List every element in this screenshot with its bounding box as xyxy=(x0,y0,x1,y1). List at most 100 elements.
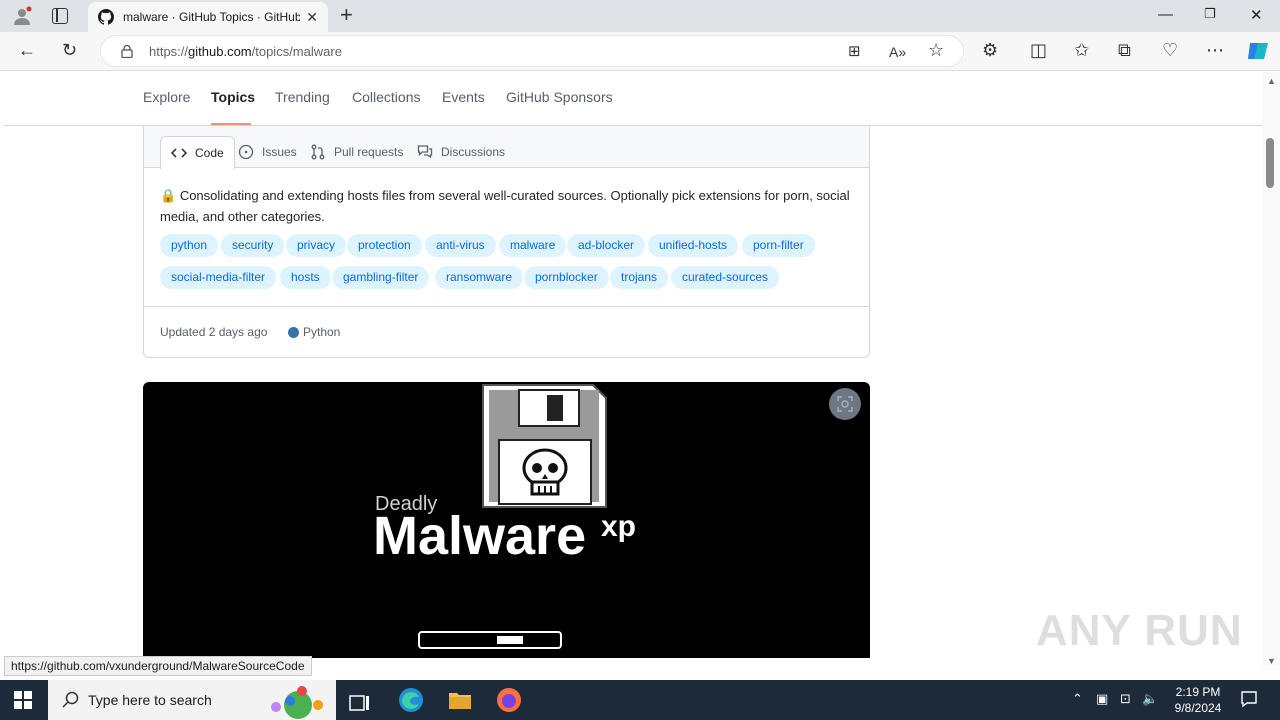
profile-icon[interactable] xyxy=(12,6,32,26)
app-available-icon[interactable]: ⊞ xyxy=(848,42,861,62)
network-icon[interactable]: ⊡ xyxy=(1120,691,1131,707)
tab-actions-icon[interactable] xyxy=(52,8,68,24)
scroll-down-icon[interactable]: ▼ xyxy=(1267,656,1276,666)
url-host: github.com xyxy=(188,43,252,59)
loading-bar xyxy=(418,631,562,649)
topic-curated-sources[interactable]: curated-sources xyxy=(671,266,780,289)
repo-description-text: Consolidating and extending hosts files … xyxy=(160,188,850,224)
nav-collections[interactable]: Collections xyxy=(352,89,420,105)
browser-tabstrip: malware · GitHub Topics · GitHub ✕ + — ❐… xyxy=(0,0,1280,32)
extensions-icon[interactable]: ⚙ xyxy=(982,40,998,60)
firefox-icon[interactable] xyxy=(495,686,523,714)
url-path: /topics/malware xyxy=(251,43,342,59)
tab-pull-requests[interactable]: Pull requests xyxy=(310,136,403,168)
task-view-icon[interactable] xyxy=(346,690,374,718)
topic-trojans[interactable]: trojans xyxy=(610,266,669,289)
page-scrollbar[interactable]: ▲ ▼ xyxy=(1262,72,1280,670)
tab-issues[interactable]: Issues xyxy=(238,136,297,168)
more-menu-icon[interactable]: ⋯ xyxy=(1206,40,1224,60)
nav-explore[interactable]: Explore xyxy=(143,89,190,105)
scroll-up-icon[interactable]: ▲ xyxy=(1267,76,1276,86)
browser-essentials-icon[interactable]: ♡ xyxy=(1162,40,1178,60)
github-topics-nav: Explore Topics Trending Collections Even… xyxy=(4,72,1262,126)
back-icon[interactable]: ← xyxy=(18,40,36,60)
nav-trending[interactable]: Trending xyxy=(275,89,330,105)
search-highlight-icon xyxy=(271,686,323,719)
scrollbar-thumb[interactable] xyxy=(1266,138,1274,188)
taskbar-search-box[interactable]: Type here to search xyxy=(48,680,336,720)
refresh-icon[interactable]: ↻ xyxy=(62,40,77,60)
close-tab-icon[interactable]: ✕ xyxy=(306,9,318,26)
browser-tab[interactable]: malware · GitHub Topics · GitHub ✕ xyxy=(88,2,328,32)
repo-description: 🔒 Consolidating and extending hosts file… xyxy=(160,185,860,227)
restore-icon[interactable]: ❐ xyxy=(1204,6,1216,22)
copilot-icon[interactable] xyxy=(1246,40,1270,62)
xp-text: xp xyxy=(601,510,636,543)
malware-xp-logo: Deadly Malware xp xyxy=(373,384,636,649)
topic-python[interactable]: python xyxy=(160,234,219,257)
topic-malware[interactable]: malware xyxy=(499,234,567,257)
collections-icon[interactable]: ⧉ xyxy=(1118,40,1131,60)
github-icon xyxy=(98,9,114,25)
status-bar-link: https://github.com/vxunderground/Malware… xyxy=(4,656,312,676)
malware-text: Malware xyxy=(373,506,586,566)
language-name: Python xyxy=(303,325,341,339)
tab-title: malware · GitHub Topics · GitHub xyxy=(123,10,301,24)
repo-card-footer: Updated 2 days ago Python xyxy=(144,306,869,357)
topic-hosts[interactable]: hosts xyxy=(280,266,331,289)
tray-overflow-icon[interactable]: ⌃ xyxy=(1072,691,1083,707)
close-window-icon[interactable]: ✕ xyxy=(1250,6,1263,24)
tab-discussions[interactable]: Discussions xyxy=(417,136,505,168)
topic-porn-filter[interactable]: porn-filter xyxy=(742,234,815,257)
new-tab-icon[interactable]: + xyxy=(340,4,353,26)
language-color-dot xyxy=(288,326,299,338)
tab-pull-requests-label: Pull requests xyxy=(334,145,404,159)
zoom-image-button[interactable] xyxy=(829,388,861,420)
file-explorer-icon[interactable] xyxy=(446,686,474,714)
topic-gambling-filter[interactable]: gambling-filter xyxy=(332,266,430,289)
topic-unified-hosts[interactable]: unified-hosts xyxy=(648,234,739,257)
language-label: Python xyxy=(288,325,340,339)
tab-issues-label: Issues xyxy=(262,145,297,159)
clock-time: 2:19 PM xyxy=(1175,685,1221,699)
topic-ransomware[interactable]: ransomware xyxy=(435,266,524,289)
favorites-icon[interactable]: ✩ xyxy=(1074,40,1089,60)
repo-card-tabs: Code Issues Pull requests Discussions xyxy=(144,126,869,169)
pull-request-icon xyxy=(311,144,325,160)
topic-security[interactable]: security xyxy=(221,234,285,257)
nav-events[interactable]: Events xyxy=(442,89,485,105)
notification-icon[interactable] xyxy=(1240,690,1258,708)
issue-icon xyxy=(238,144,254,160)
taskbar-clock[interactable]: 2:19 PM 9/8/2024 xyxy=(1170,684,1226,716)
url-prefix: https:// xyxy=(149,43,189,59)
clock-date: 9/8/2024 xyxy=(1174,701,1222,715)
topic-social-media-filter[interactable]: social-media-filter xyxy=(160,266,277,289)
tab-code-label: Code xyxy=(195,146,224,160)
topic-privacy[interactable]: privacy xyxy=(286,234,347,257)
nav-topics[interactable]: Topics xyxy=(211,89,255,105)
topic-pornblocker[interactable]: pornblocker xyxy=(524,266,609,289)
topic-anti-virus[interactable]: anti-virus xyxy=(425,234,496,257)
tab-discussions-label: Discussions xyxy=(441,145,506,159)
browser-toolbar: ← ↻ https://github.com/topics/malware ⊞ … xyxy=(0,32,1280,71)
favorite-star-icon[interactable]: ☆ xyxy=(928,40,944,60)
anyrun-watermark: ANY RUN xyxy=(1036,606,1243,655)
network-drive-icon[interactable]: ▣ xyxy=(1096,691,1108,707)
repo-card: Code Issues Pull requests Discussions 🔒 … xyxy=(143,126,870,358)
lock-emoji-icon: 🔒 xyxy=(160,188,177,203)
lock-icon[interactable] xyxy=(121,45,133,58)
topic-protection[interactable]: protection xyxy=(347,234,422,257)
tab-code[interactable]: Code xyxy=(160,136,235,169)
volume-icon[interactable]: 🔈 xyxy=(1142,691,1158,707)
minimize-icon[interactable]: — xyxy=(1158,6,1173,23)
read-aloud-icon[interactable]: A» xyxy=(889,42,906,62)
discussions-icon xyxy=(417,145,433,159)
edge-taskbar-icon[interactable] xyxy=(397,686,425,714)
address-bar[interactable]: https://github.com/topics/malware xyxy=(100,35,964,67)
windows-start-icon[interactable] xyxy=(14,691,32,709)
repo-image-card[interactable]: Deadly Malware xp xyxy=(143,382,870,658)
nav-github-sponsors[interactable]: GitHub Sponsors xyxy=(506,89,613,105)
split-screen-icon[interactable]: ◫ xyxy=(1030,40,1047,60)
zoom-icon xyxy=(837,396,853,412)
topic-ad-blocker[interactable]: ad-blocker xyxy=(567,234,646,257)
